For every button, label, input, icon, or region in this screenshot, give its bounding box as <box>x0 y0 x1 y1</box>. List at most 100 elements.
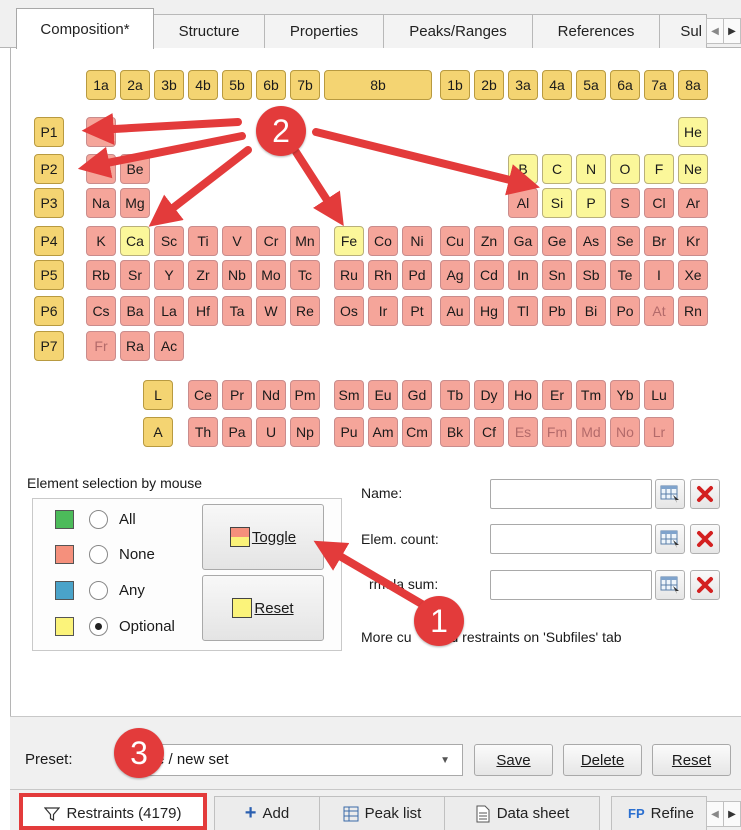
none-radio-label[interactable]: None <box>119 546 155 563</box>
elem-count-input[interactable] <box>490 524 652 554</box>
tab-scroll-left-icon[interactable]: ◀ <box>706 18 724 44</box>
element-cell[interactable]: Au <box>440 296 470 326</box>
element-cell[interactable]: In <box>508 260 538 290</box>
formula-sum-clear-icon[interactable] <box>690 570 720 600</box>
element-cell[interactable]: Si <box>542 188 572 218</box>
preset-delete-button[interactable]: Delete <box>563 744 642 776</box>
group-header[interactable]: 5b <box>222 70 252 100</box>
element-cell[interactable]: Eu <box>368 380 398 410</box>
reset-selection-button[interactable]: Reset <box>202 575 324 641</box>
group-header[interactable]: 1a <box>86 70 116 100</box>
element-cell[interactable]: He <box>678 117 708 147</box>
element-cell[interactable]: Tb <box>440 380 470 410</box>
element-cell[interactable]: Cs <box>86 296 116 326</box>
element-cell[interactable]: Rb <box>86 260 116 290</box>
element-cell[interactable]: Sb <box>576 260 606 290</box>
element-cell[interactable]: Md <box>576 417 606 447</box>
element-cell[interactable]: As <box>576 226 606 256</box>
all-radio-label[interactable]: All <box>119 511 136 528</box>
element-cell[interactable]: Be <box>120 154 150 184</box>
element-cell[interactable]: Bi <box>576 296 606 326</box>
element-cell[interactable]: Tm <box>576 380 606 410</box>
lanthanide-header[interactable]: L <box>143 380 173 410</box>
group-header[interactable]: 4a <box>542 70 572 100</box>
group-header[interactable]: 6b <box>256 70 286 100</box>
element-cell[interactable]: Hf <box>188 296 218 326</box>
element-cell[interactable]: Nd <box>256 380 286 410</box>
element-cell[interactable]: P <box>576 188 606 218</box>
element-cell[interactable]: Ge <box>542 226 572 256</box>
tab-peak-list[interactable]: Peak list <box>319 796 445 830</box>
element-cell[interactable]: F <box>644 154 674 184</box>
element-cell[interactable]: Ba <box>120 296 150 326</box>
element-cell[interactable]: Te <box>610 260 640 290</box>
element-cell[interactable]: Pd <box>402 260 432 290</box>
period-header[interactable]: P2 <box>34 154 64 184</box>
bottom-tab-scroll-left-icon[interactable]: ◀ <box>706 801 724 827</box>
element-cell[interactable]: Ne <box>678 154 708 184</box>
element-cell[interactable]: Ir <box>368 296 398 326</box>
element-cell[interactable]: Cl <box>644 188 674 218</box>
element-cell[interactable]: Li <box>86 154 116 184</box>
preset-save-button[interactable]: Save <box>474 744 553 776</box>
period-header[interactable]: P3 <box>34 188 64 218</box>
group-header[interactable]: 5a <box>576 70 606 100</box>
element-cell[interactable]: Gd <box>402 380 432 410</box>
any-radio-label[interactable]: Any <box>119 582 145 599</box>
element-cell[interactable]: Br <box>644 226 674 256</box>
element-cell[interactable]: Ra <box>120 331 150 361</box>
element-cell[interactable]: Cd <box>474 260 504 290</box>
element-cell[interactable]: No <box>610 417 640 447</box>
element-cell[interactable]: Rh <box>368 260 398 290</box>
toggle-button[interactable]: Toggle <box>202 504 324 570</box>
group-header[interactable]: 1b <box>440 70 470 100</box>
element-cell[interactable]: Cu <box>440 226 470 256</box>
element-cell[interactable]: Nb <box>222 260 252 290</box>
element-cell[interactable]: Es <box>508 417 538 447</box>
element-cell[interactable]: O <box>610 154 640 184</box>
period-header[interactable]: P6 <box>34 296 64 326</box>
none-radio[interactable] <box>89 545 108 564</box>
element-cell[interactable]: Na <box>86 188 116 218</box>
tab-structure[interactable]: Structure <box>153 14 265 48</box>
element-cell[interactable]: At <box>644 296 674 326</box>
name-input[interactable] <box>490 479 652 509</box>
preset-reset-button[interactable]: Reset <box>652 744 731 776</box>
element-cell[interactable]: Np <box>290 417 320 447</box>
group-header[interactable]: 2b <box>474 70 504 100</box>
element-cell[interactable]: La <box>154 296 184 326</box>
element-cell[interactable]: Re <box>290 296 320 326</box>
elem-count-table-icon[interactable] <box>655 524 685 554</box>
element-cell[interactable]: Mo <box>256 260 286 290</box>
element-cell[interactable]: Rn <box>678 296 708 326</box>
group-header[interactable]: 3b <box>154 70 184 100</box>
actinide-header[interactable]: A <box>143 417 173 447</box>
element-cell[interactable]: Lr <box>644 417 674 447</box>
element-cell[interactable]: Ni <box>402 226 432 256</box>
element-cell[interactable]: Kr <box>678 226 708 256</box>
element-cell[interactable]: Y <box>154 260 184 290</box>
tab-subfiles[interactable]: Sul <box>659 14 707 48</box>
element-cell[interactable]: Ar <box>678 188 708 218</box>
group-header[interactable]: 4b <box>188 70 218 100</box>
period-header[interactable]: P5 <box>34 260 64 290</box>
group-header[interactable]: 8b <box>324 70 432 100</box>
element-cell[interactable]: Al <box>508 188 538 218</box>
elem-count-clear-icon[interactable] <box>690 524 720 554</box>
element-cell[interactable]: Cr <box>256 226 286 256</box>
group-header[interactable]: 2a <box>120 70 150 100</box>
element-cell[interactable]: Zr <box>188 260 218 290</box>
period-header[interactable]: P7 <box>34 331 64 361</box>
element-cell[interactable]: Ti <box>188 226 218 256</box>
element-cell[interactable]: V <box>222 226 252 256</box>
element-cell[interactable]: Ag <box>440 260 470 290</box>
tab-properties[interactable]: Properties <box>264 14 384 48</box>
tab-data-sheet[interactable]: Data sheet <box>444 796 600 830</box>
element-cell[interactable]: Pm <box>290 380 320 410</box>
element-cell[interactable]: Dy <box>474 380 504 410</box>
name-table-icon[interactable] <box>655 479 685 509</box>
element-cell[interactable]: Ho <box>508 380 538 410</box>
element-cell[interactable]: Mg <box>120 188 150 218</box>
tab-composition[interactable]: Composition* <box>16 8 154 49</box>
any-radio[interactable] <box>89 581 108 600</box>
